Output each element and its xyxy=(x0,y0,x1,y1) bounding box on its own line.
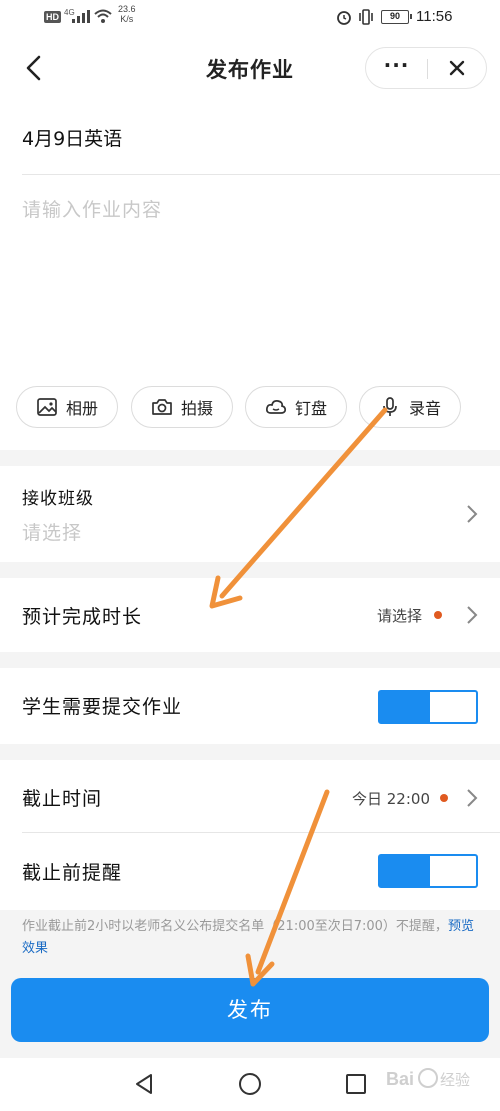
battery-icon: 90 xyxy=(381,10,412,24)
deadline-label: 截止时间 xyxy=(22,788,103,810)
divider xyxy=(22,832,500,833)
camera-icon xyxy=(152,399,172,415)
clock: 11:56 xyxy=(416,8,453,25)
deadline-group: 截止时间 今日 22:00 截止前提醒 xyxy=(0,760,500,910)
album-button[interactable]: 相册 xyxy=(16,386,118,428)
mini-program-capsule: ··· xyxy=(365,47,487,89)
camera-label: 拍摄 xyxy=(180,399,213,418)
cloud-drive-label: 钉盘 xyxy=(294,399,327,418)
more-button[interactable]: ··· xyxy=(366,48,427,88)
album-label: 相册 xyxy=(65,399,98,418)
submit-required-label: 学生需要提交作业 xyxy=(22,696,183,718)
deadline-value: 今日 22:00 xyxy=(352,790,430,808)
image-icon xyxy=(37,398,57,416)
toggle-on-segment xyxy=(380,692,430,722)
cloud-drive-button[interactable]: 钉盘 xyxy=(245,386,347,428)
homework-title-input[interactable]: 4月9日英语 xyxy=(22,124,122,151)
homework-editor: 4月9日英语 请输入作业内容 相册 拍摄 钉盘 录音 xyxy=(0,100,500,450)
record-label: 录音 xyxy=(408,399,441,418)
duration-label: 预计完成时长 xyxy=(22,606,143,628)
alarm-icon xyxy=(337,11,351,25)
submit-required-toggle[interactable] xyxy=(378,690,478,724)
deadline-row[interactable]: 截止时间 今日 22:00 xyxy=(0,760,500,832)
camera-button[interactable]: 拍摄 xyxy=(131,386,233,428)
hd-badge: HD xyxy=(44,11,61,23)
duration-row[interactable]: 预计完成时长 请选择 xyxy=(0,578,500,652)
nav-back-icon[interactable] xyxy=(133,1072,155,1096)
wifi-icon xyxy=(94,9,112,23)
toggle-on-segment xyxy=(380,856,430,886)
required-dot xyxy=(434,611,442,619)
chevron-right-icon xyxy=(467,505,478,523)
vibrate-icon xyxy=(359,9,373,25)
publish-button[interactable]: 发布 xyxy=(11,978,489,1042)
chevron-right-icon xyxy=(467,789,478,807)
reminder-label: 截止前提醒 xyxy=(22,862,123,884)
homework-content-input[interactable]: 请输入作业内容 xyxy=(22,195,162,222)
cloud-drive-icon xyxy=(265,399,287,414)
record-button[interactable]: 录音 xyxy=(359,386,461,428)
network-speed: 23.6 K/s xyxy=(118,4,136,24)
duration-value: 请选择 xyxy=(377,607,423,625)
nav-home-icon[interactable] xyxy=(239,1073,261,1095)
required-dot xyxy=(440,794,448,802)
reminder-toggle[interactable] xyxy=(378,854,478,888)
reminder-note: 作业截止前2小时以老师名义公布提交名单（21:00至次日7:00）不提醒，预览效… xyxy=(22,916,482,960)
chevron-right-icon xyxy=(467,606,478,624)
submit-required-row: 学生需要提交作业 xyxy=(0,668,500,744)
reminder-note-text: 作业截止前2小时以老师名义公布提交名单（21:00至次日7:00）不提醒， xyxy=(22,919,448,934)
svg-text:经验: 经验 xyxy=(440,1071,470,1089)
receive-class-row[interactable]: 接收班级 请选择 xyxy=(0,466,500,562)
nav-recents-icon[interactable] xyxy=(346,1074,366,1094)
divider xyxy=(22,174,500,175)
microphone-icon xyxy=(383,397,397,416)
app-header: 发布作业 ··· xyxy=(0,36,500,100)
svg-text:Bai: Bai xyxy=(386,1069,414,1089)
baidu-jingyan-watermark: Bai 经验 xyxy=(380,1062,490,1094)
signal-icon xyxy=(72,10,90,23)
status-bar: HD 4G 23.6 K/s 90 11:56 xyxy=(0,0,500,36)
receive-class-label: 接收班级 xyxy=(22,489,94,509)
close-icon[interactable] xyxy=(428,48,487,88)
receive-class-placeholder: 请选择 xyxy=(22,522,83,544)
